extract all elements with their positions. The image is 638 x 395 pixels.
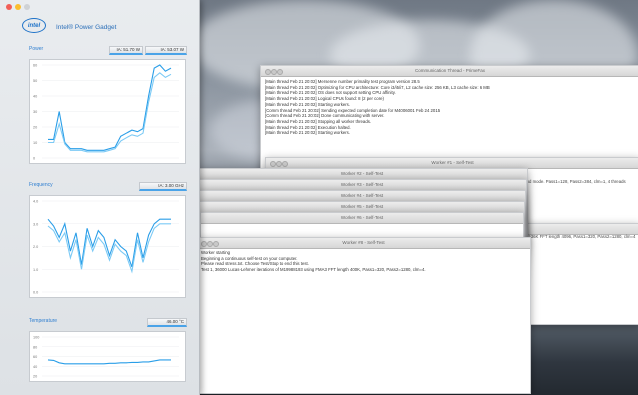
worker-6-title: Worker #6 - Self-Test	[340, 215, 384, 220]
zoom-icon[interactable]	[213, 241, 219, 247]
frequency-panel: Frequency IA: 3.00 GHz 4.0 3.0 2.0 1.0 0.0	[29, 182, 187, 298]
frequency-chart: 4.0 3.0 2.0 1.0 0.0	[33, 200, 179, 295]
temperature-y-tick-label: 40	[33, 365, 37, 369]
power-label: Power	[29, 46, 44, 52]
communication-thread-title-bar[interactable]: Communication Thread - PrimeFax	[261, 66, 638, 77]
frequency-y-tick-label: 4.0	[33, 200, 38, 204]
frequency-y-tick-label: 3.0	[33, 222, 38, 226]
zoom-icon[interactable]	[277, 69, 283, 75]
worker-6-title-bar[interactable]: Worker #6 - Self-Test	[201, 213, 523, 224]
worker-5-title: Worker #5 - Self-Test	[340, 204, 384, 209]
temperature-panel: Temperature 46.00 °C 100 80 60 40 20	[29, 318, 187, 382]
worker-2-title: Worker #2 - Self-Test	[340, 171, 384, 176]
temperature-y-tick-label: 100	[33, 336, 39, 340]
frequency-readout: IA: 3.00 GHz	[139, 182, 187, 191]
zoom-icon[interactable]	[24, 4, 30, 10]
temperature-y-tick-label: 60	[33, 355, 37, 359]
worker-8-log: Worker starting Beginning a continuous s…	[201, 250, 526, 273]
temperature-y-tick-label: 80	[33, 345, 37, 349]
frequency-y-tick-label: 0.0	[33, 291, 38, 295]
frequency-y-tick-label: 1.0	[33, 268, 38, 272]
minimize-icon[interactable]	[15, 4, 21, 10]
app-title: Intel® Power Gadget	[56, 24, 117, 31]
power-y-tick-label: 40	[33, 95, 37, 99]
close-icon[interactable]	[6, 4, 12, 10]
temperature-readout: 46.00 °C	[147, 318, 187, 327]
console-line: [Main thread Feb 21 20:02] Starting work…	[265, 130, 351, 136]
frequency-plot: 4.0 3.0 2.0 1.0 0.0	[29, 195, 186, 298]
power-readout-2: IA: 53.07 W	[145, 46, 187, 55]
power-y-tick-label: 50	[33, 79, 37, 83]
intel-logo: intel	[22, 18, 46, 33]
power-y-tick-label: 60	[33, 64, 37, 68]
worker-3-title: Worker #3 - Self-Test	[340, 182, 384, 187]
power-y-tick-label: 30	[33, 110, 37, 114]
communication-thread-title: Communication Thread - PrimeFax	[415, 68, 485, 73]
power-chart: 60 50 40 30 20 10 0	[33, 64, 179, 161]
temperature-y-tick-label: 20	[33, 375, 37, 379]
temperature-series-1	[47, 359, 171, 365]
power-y-tick-label: 20	[33, 126, 37, 130]
worker-4-title: Worker #4 - Self-Test	[340, 193, 384, 198]
worker-8-title: Worker #8 - Self-Test	[342, 240, 385, 245]
frequency-label: Frequency	[29, 182, 53, 188]
power-plot: 60 50 40 30 20 10 0	[29, 59, 186, 164]
power-series-1	[48, 64, 172, 151]
power-panel: Power IA: 51.70 W IA: 53.07 W 60 50 40 30 20…	[29, 46, 187, 164]
frequency-y-tick-label: 2.0	[33, 245, 38, 249]
worker-8-window[interactable]: Worker #8 - Self-Test Worker starting Be…	[196, 237, 531, 394]
temperature-chart: 100 80 60 40 20	[33, 336, 179, 379]
power-gadget-window[interactable]: intel Intel® Power Gadget Power IA: 51.7…	[0, 0, 200, 395]
power-y-tick-label: 10	[33, 141, 37, 145]
temperature-label: Temperature	[29, 318, 58, 324]
worker-1-title: Worker #1 - Self-Test	[431, 160, 474, 165]
console-log: [Main thread Feb 21 20:02] Mersenne numb…	[265, 79, 635, 136]
worker-8-log-line: Test 1, 36000 Lucas-Lehmer iterations of…	[201, 267, 426, 273]
zoom-icon[interactable]	[282, 161, 288, 167]
power-y-tick-label: 0	[33, 157, 35, 161]
power-readout-1: IA: 51.70 W	[109, 46, 143, 55]
power-series-2	[48, 72, 172, 153]
worker-8-title-bar[interactable]: Worker #8 - Self-Test	[197, 238, 530, 249]
temperature-plot: 100 80 60 40 20	[29, 331, 186, 382]
